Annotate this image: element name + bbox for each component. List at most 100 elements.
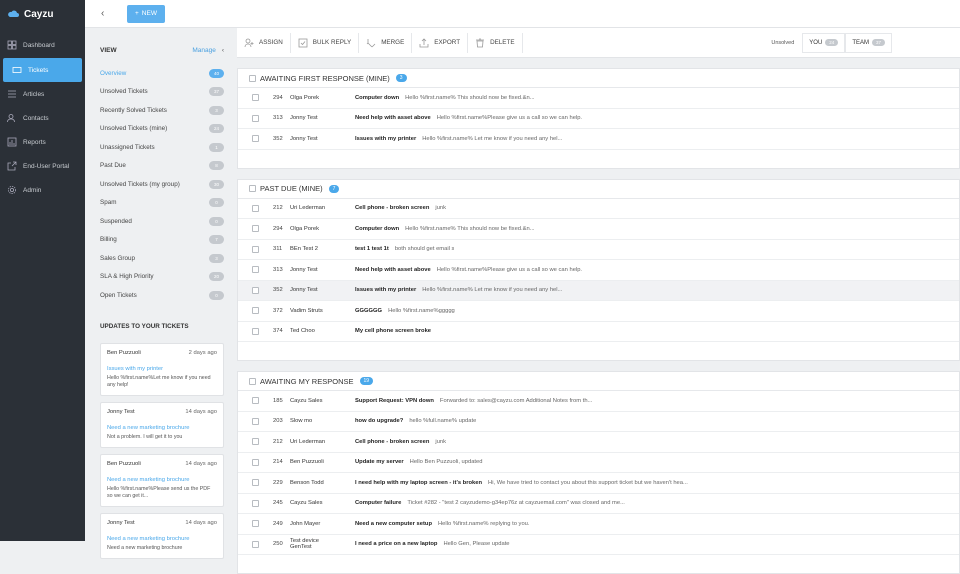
ticket-subject[interactable]: I need a price on a new laptop [355,541,437,547]
table-row[interactable]: 214 Ben Puzzuoli Update my server Hello … [238,453,959,474]
merge-button[interactable]: MERGE [359,33,412,53]
row-checkbox[interactable] [252,459,259,466]
row-checkbox[interactable] [252,225,259,232]
table-row[interactable]: 203 Slow mo how do upgrade? hello %full.… [238,412,959,433]
row-checkbox[interactable] [252,479,259,486]
table-row[interactable]: 212 Uri Lederman Cell phone - broken scr… [238,199,959,220]
team-toggle[interactable]: TEAM 37 [845,33,892,53]
group-select-checkbox[interactable] [249,185,256,192]
row-checkbox[interactable] [252,94,259,101]
view-item[interactable]: Unassigned Tickets1 [100,138,224,157]
update-card[interactable]: Jonny Test14 days ago Need a new marketi… [100,402,224,448]
update-card[interactable]: Jonny Test14 days ago Need a new marketi… [100,513,224,559]
ticket-subject[interactable]: Issues with my printer [355,287,416,293]
you-toggle[interactable]: YOU 24 [802,33,845,53]
delete-button[interactable]: DELETE [468,33,523,53]
table-row[interactable]: 352 Jonny Test Issues with my printer He… [238,129,959,150]
table-row[interactable]: 249 John Mayer Need a new computer setup… [238,514,959,535]
view-label: Unsolved Tickets (my group) [100,181,180,188]
group-select-checkbox[interactable] [249,378,256,385]
sidebar-item-reports[interactable]: Reports [0,131,85,153]
row-checkbox[interactable] [252,135,259,142]
chevron-left-icon[interactable]: ‹ [222,47,224,54]
new-button[interactable]: + NEW [127,5,165,23]
view-item[interactable]: Recently Solved Tickets3 [100,101,224,120]
table-row[interactable]: 212 Uri Lederman Cell phone - broken scr… [238,432,959,453]
ticket-subject[interactable]: I need help with my laptop screen - it's… [355,480,482,486]
row-checkbox[interactable] [252,287,259,294]
group-select-checkbox[interactable] [249,75,256,82]
view-item[interactable]: Sales Group3 [100,249,224,268]
ticket-subject[interactable]: Computer down [355,226,399,232]
ticket-subject[interactable]: Need help with asset above [355,115,431,121]
view-item[interactable]: Unsolved Tickets37 [100,83,224,102]
assign-label: ASSIGN [259,39,283,46]
sidebar-item-dashboard[interactable]: Dashboard [0,34,85,56]
brand-logo[interactable]: Cayzu [0,0,85,28]
row-checkbox[interactable] [252,328,259,335]
ticket-subject[interactable]: test 1 test 1t [355,246,389,252]
view-item[interactable]: Unsolved Tickets (mine)24 [100,120,224,139]
ticket-subject[interactable]: Issues with my printer [355,136,416,142]
view-item[interactable]: Suspended0 [100,212,224,231]
ticket-subject[interactable]: how do upgrade? [355,418,403,424]
ticket-subject[interactable]: Support Request: VPN down [355,398,434,404]
row-checkbox[interactable] [252,266,259,273]
row-checkbox[interactable] [252,246,259,253]
table-row[interactable]: 245 Cayzu Sales Computer failure Ticket … [238,494,959,515]
table-row[interactable]: 313 Jonny Test Need help with asset abov… [238,109,959,130]
bulk-reply-button[interactable]: BULK REPLY [291,33,359,53]
table-row[interactable]: 313 Jonny Test Need help with asset abov… [238,260,959,281]
collapse-sidebar-icon[interactable]: ‹ [101,8,113,19]
ticket-subject[interactable]: GGGGGG [355,308,382,314]
assign-button[interactable]: ASSIGN [237,33,291,53]
group-title: AWAITING FIRST RESPONSE (MINE) [260,74,390,83]
view-item[interactable]: Billing7 [100,231,224,250]
table-row[interactable]: 294 Olga Porek Computer down Hello %firs… [238,88,959,109]
ticket-subject[interactable]: My cell phone screen broke [355,328,431,334]
view-item[interactable]: Unsolved Tickets (my group)30 [100,175,224,194]
view-item[interactable]: SLA & High Priority20 [100,268,224,287]
row-checkbox[interactable] [252,307,259,314]
sidebar-item-end-user-portal[interactable]: End-User Portal [0,155,85,177]
update-subject[interactable]: Need a new marketing brochure [107,425,217,431]
row-checkbox[interactable] [252,500,259,507]
view-item[interactable]: Overview40 [100,64,224,83]
row-checkbox[interactable] [252,418,259,425]
ticket-subject[interactable]: Cell phone - broken screen [355,439,429,445]
update-card[interactable]: Ben Puzzuoli2 days ago Issues with my pr… [100,343,224,396]
table-row[interactable]: 374 Ted Choo My cell phone screen broke [238,322,959,343]
requester-name: Jonny Test [290,287,337,293]
sidebar-item-contacts[interactable]: Contacts [0,107,85,129]
table-row[interactable]: 352 Jonny Test Issues with my printer He… [238,281,959,302]
table-row[interactable]: 229 Benson Todd I need help with my lapt… [238,473,959,494]
ticket-subject[interactable]: Need help with asset above [355,267,431,273]
view-item[interactable]: Past Due8 [100,157,224,176]
row-checkbox[interactable] [252,115,259,122]
table-row[interactable]: 311 BEn Test 2 test 1 test 1t both shoul… [238,240,959,261]
ticket-subject[interactable]: Computer down [355,95,399,101]
ticket-subject[interactable]: Update my server [355,459,404,465]
update-subject[interactable]: Issues with my printer [107,366,217,372]
row-checkbox[interactable] [252,438,259,445]
row-checkbox[interactable] [252,397,259,404]
table-row[interactable]: 185 Cayzu Sales Support Request: VPN dow… [238,391,959,412]
view-item[interactable]: Open Tickets0 [100,286,224,305]
table-row[interactable]: 372 Vadim Struts GGGGGG Hello %first.nam… [238,301,959,322]
sidebar-item-tickets[interactable]: Tickets [3,58,82,82]
ticket-subject[interactable]: Cell phone - broken screen [355,205,429,211]
table-row[interactable]: 294 Olga Porek Computer down Hello %firs… [238,219,959,240]
sidebar-item-admin[interactable]: Admin [0,179,85,201]
row-checkbox[interactable] [252,541,259,548]
manage-link[interactable]: Manage [192,47,216,54]
view-item[interactable]: Spam0 [100,194,224,213]
row-checkbox[interactable] [252,205,259,212]
export-button[interactable]: EXPORT [412,33,468,53]
ticket-subject[interactable]: Need a new computer setup [355,521,432,527]
row-checkbox[interactable] [252,520,259,527]
sidebar-item-articles[interactable]: Articles [0,83,85,105]
update-card[interactable]: Ben Puzzuoli14 days ago Need a new marke… [100,454,224,507]
table-row[interactable]: 250 Test device GenTest I need a price o… [238,535,959,556]
update-subject[interactable]: Need a new marketing brochure [107,477,217,483]
ticket-subject[interactable]: Computer failure [355,500,401,506]
